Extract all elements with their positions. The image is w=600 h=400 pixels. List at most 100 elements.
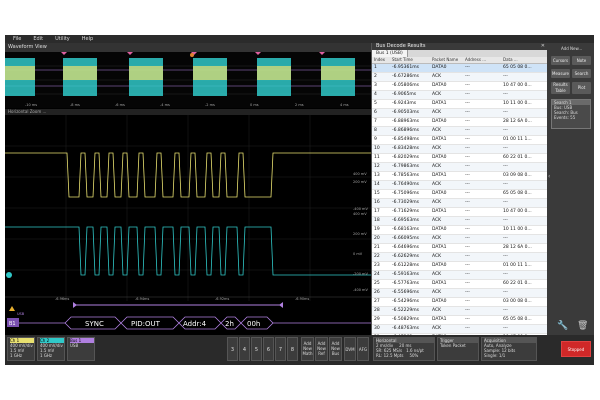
ch5-button[interactable]: 5 [251, 337, 262, 361]
ch7-button[interactable]: 7 [275, 337, 286, 361]
bus-field-pid: PID:OUT [131, 320, 161, 328]
table-row[interactable]: 15 -6.75096ms DATA0 --- 65 05 08 0... [372, 190, 548, 199]
menu-edit[interactable]: Edit [33, 36, 43, 42]
table-row[interactable]: 6 -6.90503ms ACK --- --- [372, 109, 548, 118]
table-row[interactable]: 24 -6.59163ms ACK --- --- [372, 271, 548, 280]
table-row[interactable]: 14 -6.76490ms ACK --- --- [372, 181, 548, 190]
bus-type-label: USB [17, 312, 25, 316]
horizontal-badge[interactable]: Horizontal 2 ms/div 20 ms SR: 625 MS/s 1.6… [373, 337, 435, 361]
table-row[interactable]: 7 -6.88963ms DATA0 --- 28 12 6A 0... [372, 118, 548, 127]
menu-file[interactable]: File [13, 36, 21, 42]
table-cell: -6.69563ms [392, 218, 419, 223]
wrench-icon[interactable]: 🔧 [557, 321, 568, 331]
menu-help[interactable]: Help [82, 36, 93, 42]
table-cell: DATA1 [432, 245, 447, 250]
table-row[interactable]: 22 -6.62629ms ACK --- --- [372, 253, 548, 262]
add-new-ref-button[interactable]: Add New Ref [315, 337, 328, 361]
plot-button[interactable]: Plot [572, 82, 591, 94]
close-icon[interactable]: ✕ [541, 43, 545, 50]
ch6-button[interactable]: 6 [263, 337, 274, 361]
ch8-button[interactable]: 8 [287, 337, 298, 361]
table-row[interactable]: 28 -6.52229ms ACK --- --- [372, 307, 548, 316]
table-cell: 20 [374, 236, 380, 241]
table-row[interactable]: 3 -6.05806ms DATA0 --- 10 47 00 0... [372, 82, 548, 91]
table-row[interactable]: 11 -6.82029ms DATA0 --- 60 22 01 0... [372, 154, 548, 163]
table-row[interactable]: 20 -6.66095ms ACK --- --- [372, 235, 548, 244]
column-header[interactable]: Index [372, 57, 392, 63]
run-stop-button[interactable]: Stopped [561, 341, 591, 357]
table-cell: --- [503, 146, 508, 151]
column-header[interactable]: Start Time [392, 57, 432, 63]
menu-utility[interactable]: Utility [55, 36, 70, 42]
table-row[interactable]: 16 -6.73029ms ACK --- --- [372, 199, 548, 208]
table-cell: --- [465, 182, 470, 187]
ch1-badge[interactable]: Ch 1 400 mV/div 1.5 mV 1 GHz [7, 337, 35, 361]
right-side-panel: Add New... Cursors Note Measure Search R… [547, 43, 594, 335]
table-row[interactable]: 29 -6.50829ms DATA1 --- 65 05 08 0... [372, 316, 548, 325]
measure-button[interactable]: Measure [551, 69, 570, 78]
results-table-body[interactable]: 1 -6.95361ms DATA0 --- 65 05 08 0... 2 -6.6728… [372, 64, 548, 343]
table-cell: --- [465, 317, 470, 322]
table-row[interactable]: 12 -6.79863ms ACK --- --- [372, 163, 548, 172]
add-new-math-button[interactable]: Add New Math [301, 337, 314, 361]
collapse-handle-icon[interactable]: ‹ [548, 173, 550, 180]
table-cell: 17 [374, 209, 380, 214]
search-badge-line: Events: 55 [554, 115, 576, 120]
overview-plot[interactable]: -10 ms -8 ms -6 ms -4 ms -2 ms 0 ms 2 ms… [5, 52, 371, 108]
table-cell: --- [503, 272, 508, 277]
table-row[interactable]: 9 -6.85498ms DATA1 --- 01 00 11 1... [372, 136, 548, 145]
table-cell: DATA1 [432, 281, 447, 286]
table-row[interactable]: 8 -6.86896ms ACK --- --- [372, 127, 548, 136]
add-new-bus-button[interactable]: Add New Bus [329, 337, 342, 361]
table-cell: --- [465, 263, 470, 268]
column-header[interactable]: Address ... [465, 57, 503, 63]
afg-button[interactable]: AFG [357, 337, 369, 361]
table-row[interactable]: 4 -6.9065ms ACK --- --- [372, 91, 548, 100]
bottom-settings-bar: Ch 1 400 mV/div 1.5 mV 1 GHz Ch 2 400 mV… [5, 335, 594, 365]
acquisition-badge[interactable]: Acquisition Auto, Analyze Sample: 12 bit… [481, 337, 537, 361]
table-cell: -6.55696ms [392, 290, 419, 295]
search-button[interactable]: Search [572, 69, 591, 78]
table-cell: --- [503, 182, 508, 187]
table-row[interactable]: 27 -6.54296ms DATA0 --- 03 00 08 0... [372, 298, 548, 307]
ch3-button[interactable]: 3 [227, 337, 238, 361]
trash-icon[interactable]: 🗑 [577, 321, 588, 331]
table-row[interactable]: 18 -6.69563ms ACK --- --- [372, 217, 548, 226]
table-row[interactable]: 19 -6.68163ms DATA0 --- 10 11 00 0... [372, 226, 548, 235]
table-row[interactable]: 21 -6.64696ms DATA1 --- 28 12 6A 0... [372, 244, 548, 253]
table-row[interactable]: 1 -6.95361ms DATA0 --- 65 05 08 0... [372, 64, 548, 73]
column-header[interactable]: Packet Name [432, 57, 465, 63]
table-row[interactable]: 13 -6.78563ms DATA1 --- 03 09 08 0... [372, 172, 548, 181]
table-cell: -6.95361ms [392, 65, 419, 70]
zoomed-channels-plot[interactable]: 400 mV 200 mV -400 mV 400 mV 200 mV 0 mV… [5, 115, 371, 301]
ch2-badge[interactable]: Ch 2 400 mV/div 1.5 mV 1 GHz [37, 337, 65, 361]
waveform-view[interactable]: Waveform View -10 ms -8 ms -6 ms -4 ms -… [5, 43, 374, 365]
search-badge[interactable]: Search 1 Bus: USB Search: Bus Events: 55 [551, 99, 591, 129]
dvm-button[interactable]: DVM [344, 337, 356, 361]
table-cell: -6.68163ms [392, 227, 419, 232]
table-row[interactable]: 30 -6.48763ms ACK --- --- [372, 325, 548, 334]
table-cell: 5 [374, 101, 377, 106]
table-row[interactable]: 17 -6.71629ms DATA1 --- 10 47 00 0... [372, 208, 548, 217]
table-cell: --- [465, 209, 470, 214]
table-row[interactable]: 23 -6.61228ms DATA0 --- 01 00 11 1... [372, 262, 548, 271]
table-row[interactable]: 26 -6.55696ms ACK --- --- [372, 289, 548, 298]
table-row[interactable]: 2 -6.67286ms ACK --- --- [372, 73, 548, 82]
table-cell: ACK [432, 74, 442, 79]
overview-tick: 2 ms [295, 103, 304, 107]
ch1-scale-label: -400 mV [353, 207, 368, 211]
note-button[interactable]: Note [572, 56, 591, 65]
cursors-button[interactable]: Cursors [551, 56, 570, 65]
table-row[interactable]: 5 -6.9243ms DATA1 --- 10 11 00 0... [372, 100, 548, 109]
tab-bus1-usb[interactable]: Bus 1 (USB) [372, 50, 408, 57]
table-row[interactable]: 25 -6.57763ms DATA1 --- 60 22 01 0... [372, 280, 548, 289]
bus1-badge[interactable]: Bus 1 USB [67, 337, 95, 361]
table-cell: 23 [374, 263, 380, 268]
column-header[interactable]: Data ... [503, 57, 543, 63]
ch4-button[interactable]: 4 [239, 337, 250, 361]
table-row[interactable]: 10 -6.83428ms ACK --- --- [372, 145, 548, 154]
results-table-button[interactable]: Results Table [551, 82, 570, 94]
table-cell: 6 [374, 110, 377, 115]
trigger-badge[interactable]: Trigger Token Packet [437, 337, 479, 361]
ch2-ground-marker[interactable] [6, 272, 12, 278]
